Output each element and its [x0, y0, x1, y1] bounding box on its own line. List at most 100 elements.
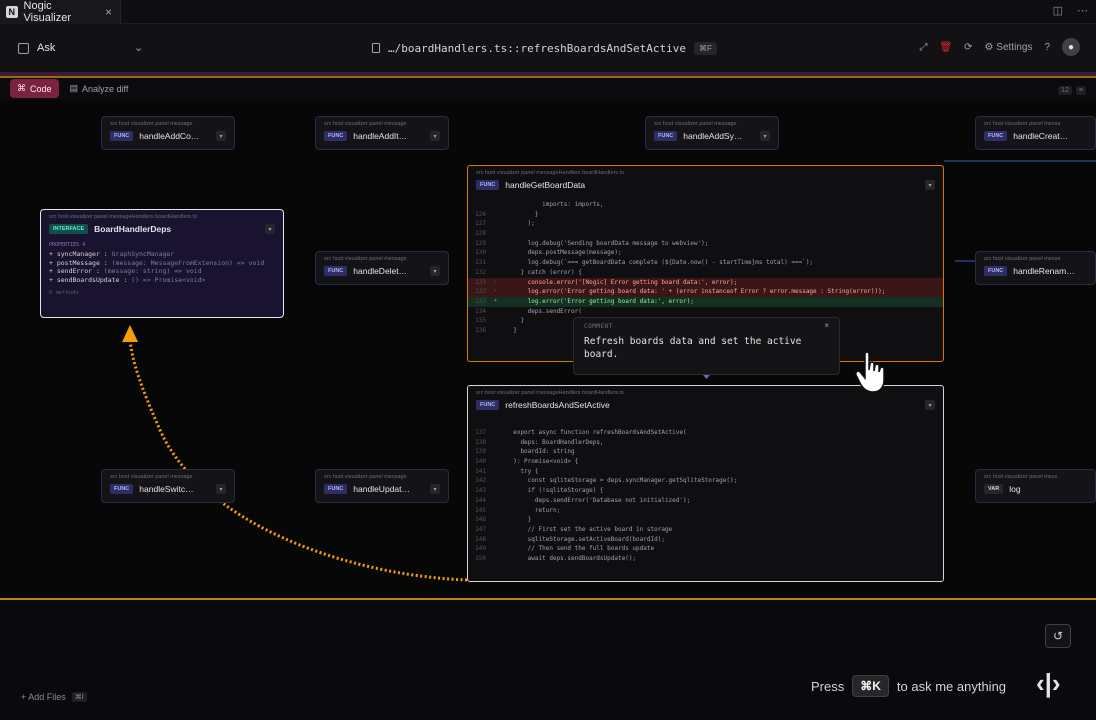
close-icon[interactable]: × [105, 5, 112, 19]
more-icon[interactable]: ⋯ [1077, 4, 1088, 17]
node-path: src host visualizer panel mess [984, 474, 1058, 480]
line-number: 145 [475, 506, 486, 514]
add-files-button[interactable]: + Add Files ⌘I [21, 692, 87, 702]
chevron-down-icon[interactable]: ⌄ [134, 41, 143, 54]
func-badge: FUNC [324, 131, 348, 141]
panel-icon [18, 42, 29, 54]
settings-button[interactable]: ⚙ Settings [985, 42, 1033, 53]
node-name: log [1009, 484, 1021, 494]
tab-bar: N Nogic Visualizer × ◫ ⋯ [0, 0, 1096, 24]
code-line: 132 } catch (error) { [468, 268, 943, 278]
code-text: export async function refreshBoardsAndSe… [506, 429, 687, 436]
node-handleDelet[interactable]: src host visualizer panel message FUNC ha… [315, 251, 449, 285]
node-handleCreat[interactable]: src host visualizer panel messa FUNC hand… [975, 116, 1096, 150]
hint-text: to ask me anything [896, 678, 1007, 694]
chevron-down-icon[interactable]: ▾ [925, 400, 935, 410]
chevron-down-icon[interactable]: ▾ [925, 180, 935, 190]
code-text: // Then send the full boards update [506, 545, 655, 553]
property-row: + syncManager : GraphSyncManager [41, 250, 283, 259]
property-name: + sendError : [49, 267, 104, 275]
code-button[interactable]: ⌘ Code [10, 79, 59, 98]
node-name: handleSwitc… [139, 484, 194, 494]
node-path: src host visualizer panel message [654, 121, 737, 127]
diff-marker [494, 248, 506, 258]
code-text: // First set the active board in storage [506, 525, 673, 533]
chevron-down-icon[interactable]: ▾ [265, 224, 275, 234]
line-number: 131 [475, 259, 486, 267]
line-number: 150 [475, 554, 486, 562]
node-BoardHandlerDeps[interactable]: src host visualizer panel messageHandler… [40, 209, 284, 318]
ask-dropdown[interactable]: Ask [18, 42, 55, 54]
code-block: imports: imports, 126 } 127 ); 128 129 log.d… [468, 200, 943, 336]
property-name: + sendBoardsUpdate : [49, 275, 132, 284]
code-text: deps.sendError('Database not initialized… [506, 496, 691, 504]
file-breadcrumb[interactable]: …/boardHandlers.ts::refreshBoardsAndSetA… [372, 38, 717, 58]
code-text: sqliteStorage.setActiveBoard(boardId); [506, 535, 665, 543]
code-text: try { [506, 467, 539, 475]
code-line: 148 sqliteStorage.setActiveBoard(boardId… [468, 535, 943, 545]
var-badge: VAR [984, 484, 1004, 494]
node-handleAddCo[interactable]: src host visualizer panel message FUNC ha… [101, 116, 235, 150]
func-badge: FUNC [476, 400, 500, 410]
diff-marker [494, 229, 506, 239]
split-editor-icon[interactable]: ◫ [1053, 4, 1063, 17]
code-text: deps.postMessage(message); [506, 249, 622, 257]
history-button[interactable]: ↺ [1045, 624, 1071, 648]
node-path: src host visualizer panel message [324, 121, 407, 127]
analyze-diff-button[interactable]: ▤ Analyze diff [63, 79, 136, 98]
trash-icon[interactable]: 🗑 [939, 42, 952, 53]
node-refreshBoardsAndSetActive[interactable]: src host visualizer panel messageHandler… [467, 385, 944, 582]
code-text: ); [506, 220, 535, 228]
line-number: 149 [475, 545, 486, 553]
node-handleAddSy[interactable]: src host visualizer panel message FUNC ha… [645, 116, 779, 150]
node-handleUpdat[interactable]: src host visualizer panel message FUNC ha… [315, 469, 449, 503]
code-brackets-icon[interactable]: ‹|› [1036, 668, 1061, 699]
diff-marker [494, 447, 506, 457]
chevron-down-icon[interactable]: ▾ [430, 131, 440, 141]
chevron-down-icon[interactable]: ▾ [430, 484, 440, 494]
chevron-down-icon[interactable]: ▾ [216, 484, 226, 494]
add-files-shortcut: ⌘I [71, 692, 87, 702]
code-text: await deps.sendBoardsUpdate(); [506, 554, 637, 562]
ask-label: Ask [37, 42, 56, 54]
avatar[interactable]: ● [1062, 38, 1080, 56]
line-number: 147 [475, 525, 486, 533]
diff-marker [494, 544, 506, 554]
comment-text: Refresh boards data and set the active b… [584, 336, 802, 360]
node-name: handleDelet… [353, 266, 408, 276]
code-line: 145 return; [468, 506, 943, 516]
chevron-down-icon[interactable]: ▾ [216, 131, 226, 141]
history-icon: ↺ [1052, 629, 1064, 643]
help-icon[interactable]: ? [1044, 42, 1050, 53]
diff-marker [494, 210, 506, 220]
diff-marker [494, 307, 506, 317]
settings-label: Settings [996, 41, 1033, 53]
code-text: } catch (error) { [506, 268, 582, 276]
close-icon[interactable]: × [824, 321, 829, 330]
diff-marker [494, 515, 506, 525]
code-text: deps: BoardHandlerDeps, [506, 438, 604, 446]
line-number: 146 [475, 516, 486, 524]
refresh-icon[interactable]: ⟳ [964, 42, 972, 53]
node-handleSwitc[interactable]: src host visualizer panel message FUNC ha… [101, 469, 235, 503]
chevron-down-icon[interactable]: ▾ [760, 131, 770, 141]
diff-marker [494, 535, 506, 545]
node-name: handleUpdat… [353, 484, 410, 494]
expand-icon[interactable]: ⤢ [919, 42, 927, 53]
node-handleAddIt[interactable]: src host visualizer panel message FUNC ha… [315, 116, 449, 150]
diff-marker: - [494, 278, 498, 285]
code-line: 150 await deps.sendBoardsUpdate(); [468, 554, 943, 564]
shortcut-key: ⌘K [852, 675, 889, 697]
comment-label: COMMENT [584, 323, 613, 330]
diff-marker: - [494, 288, 498, 295]
diff-marker [494, 316, 506, 326]
diff-marker [494, 554, 506, 564]
line-number: 143 [475, 487, 486, 495]
code-line: 131 log.debug(`=== getBoardData complete… [468, 258, 943, 268]
code-text: } [506, 326, 517, 334]
node-log[interactable]: src host visualizer panel mess VAR log [975, 469, 1096, 503]
tab-nogic-visualizer[interactable]: N Nogic Visualizer × [0, 0, 121, 24]
count-value: 12 [1058, 86, 1072, 95]
chevron-down-icon[interactable]: ▾ [430, 266, 440, 276]
node-handleRenam[interactable]: src host visualizer panel messa FUNC hand… [975, 251, 1096, 285]
